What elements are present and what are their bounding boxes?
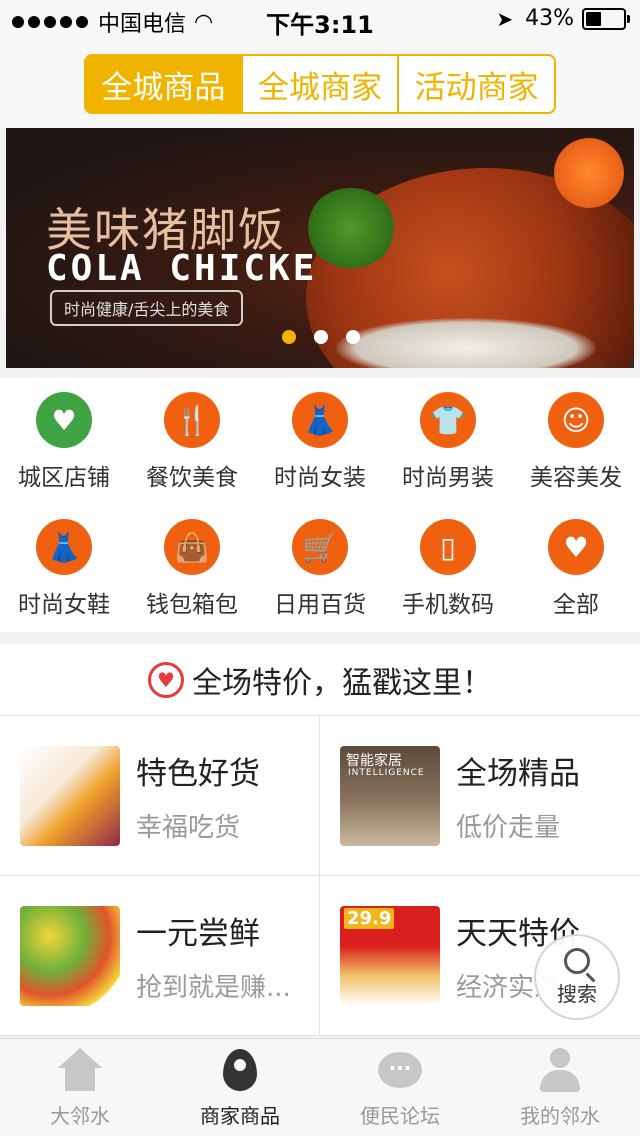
dress-icon: 👗: [292, 392, 348, 448]
location-arrow-icon: ➤: [496, 6, 514, 31]
user-icon: [540, 1048, 580, 1092]
category-dining[interactable]: 🍴 餐饮美食: [128, 378, 256, 505]
category-label: 时尚女装: [274, 465, 366, 491]
category-bags[interactable]: 👜 钱包箱包: [128, 505, 256, 632]
category-daily-goods[interactable]: 🛒 日用百货: [256, 505, 384, 632]
category-beauty[interactable]: ☺ 美容美发: [512, 378, 640, 505]
vegetables-thumbnail: [20, 905, 120, 1006]
category-label: 手机数码: [402, 592, 494, 618]
banner-pager: [282, 330, 360, 344]
search-icon: [564, 947, 590, 974]
category-label: 日用百货: [274, 592, 366, 618]
promo-card-specialty[interactable]: 特色好货 幸福吃货: [0, 716, 320, 876]
category-mens-clothing[interactable]: 👕 时尚男装: [384, 378, 512, 505]
tab-all-merchants[interactable]: 全城商家: [240, 56, 398, 112]
category-label: 时尚男装: [402, 465, 494, 491]
category-label: 城区店铺: [18, 465, 110, 491]
map-pin-icon: [223, 1049, 257, 1091]
card-subtitle: 低价走量: [456, 812, 561, 843]
promo-card-premium[interactable]: 智能家居 INTELLIGENCE 全场精品 低价走量: [320, 716, 640, 876]
food-box-thumbnail: 29.9: [340, 905, 440, 1006]
card-title: 全场精品: [456, 755, 580, 792]
tab-label: 商家商品: [200, 1104, 280, 1128]
tab-all-goods[interactable]: 全城商品: [86, 56, 241, 112]
promo-card-one-yuan[interactable]: 一元尝鲜 抢到就是赚...: [0, 876, 320, 1036]
status-bar: 中国电信 ◠ 下午3:11 ➤ 43%: [0, 0, 640, 40]
pager-dot[interactable]: [346, 330, 360, 344]
cart-icon: 🛒: [292, 519, 348, 575]
promo-header[interactable]: ♥ 全场特价，猛戳这里！: [0, 644, 640, 716]
home-icon: [58, 1048, 102, 1092]
thumbnail-price: 29.9: [344, 907, 395, 929]
tab-my-account[interactable]: 我的邻水: [480, 1039, 640, 1136]
card-subtitle: 抢到就是赚...: [136, 972, 291, 1003]
tab-merchant-goods[interactable]: 商家商品: [160, 1039, 320, 1136]
heart-hands-icon: ♥: [548, 519, 604, 575]
dress-icon: 👗: [36, 519, 92, 575]
category-label: 钱包箱包: [146, 592, 238, 618]
category-label: 全部: [553, 592, 599, 618]
category-womens-shoes[interactable]: 👗 时尚女鞋: [0, 505, 128, 632]
heart-hands-icon: ♥: [36, 392, 92, 448]
card-title: 一元尝鲜: [136, 915, 260, 952]
category-phones[interactable]: ▯ 手机数码: [384, 505, 512, 632]
chat-bubble-icon: [378, 1052, 422, 1088]
pager-dot[interactable]: [282, 330, 296, 344]
tab-forum[interactable]: 便民论坛: [320, 1039, 480, 1136]
tshirt-icon: 👕: [420, 392, 476, 448]
category-grid: ♥ 城区店铺 🍴 餐饮美食 👗 时尚女装 👕 时尚男装 ☺ 美容美发 👗 时尚女…: [0, 378, 640, 632]
category-label: 餐饮美食: [146, 465, 238, 491]
tab-event-merchants[interactable]: 活动商家: [397, 56, 554, 112]
battery-percent: 43%: [525, 6, 574, 31]
handbag-icon: 👜: [164, 519, 220, 575]
banner-subtitle: COLA CHICKE: [46, 248, 318, 289]
tab-label: 大邻水: [50, 1104, 110, 1128]
thumbnail-text: INTELLIGENCE: [348, 767, 425, 778]
search-button[interactable]: 搜索: [534, 934, 620, 1020]
fork-knife-icon: 🍴: [164, 392, 220, 448]
bottom-tab-bar: 大邻水 商家商品 便民论坛 我的邻水: [0, 1038, 640, 1136]
category-city-stores[interactable]: ♥ 城区店铺: [0, 378, 128, 505]
promo-title: 全场特价，猛戳这里！: [192, 665, 492, 701]
tab-label: 我的邻水: [520, 1104, 600, 1128]
tab-label: 便民论坛: [360, 1104, 440, 1128]
category-segmented-control: 全城商品 全城商家 活动商家: [84, 54, 556, 114]
promo-banner[interactable]: 美味猪脚饭 COLA CHICKE 时尚健康/舌尖上的美食: [6, 128, 634, 368]
banner-tagline: 时尚健康/舌尖上的美食: [50, 290, 244, 326]
broccoli-image: [306, 188, 396, 268]
phone-icon: ▯: [420, 519, 476, 575]
thumbnail-text: 智能家居: [346, 752, 402, 769]
category-label: 时尚女鞋: [18, 592, 110, 618]
header: 全城商品 全城商家 活动商家: [0, 40, 640, 128]
category-label: 美容美发: [530, 465, 622, 491]
card-subtitle: 幸福吃货: [136, 812, 241, 843]
smart-home-thumbnail: 智能家居 INTELLIGENCE: [340, 745, 440, 846]
category-womens-clothing[interactable]: 👗 时尚女装: [256, 378, 384, 505]
carrot-image: [554, 138, 624, 208]
pager-dot[interactable]: [314, 330, 328, 344]
face-profile-icon: ☺: [548, 392, 604, 448]
battery-icon: [582, 7, 630, 30]
card-title: 特色好货: [136, 755, 260, 792]
heart-icon: ♥: [148, 661, 184, 698]
search-button-label: 搜索: [557, 981, 597, 1006]
tab-home[interactable]: 大邻水: [0, 1039, 160, 1136]
snacks-thumbnail: [20, 745, 120, 846]
category-all[interactable]: ♥ 全部: [512, 505, 640, 632]
